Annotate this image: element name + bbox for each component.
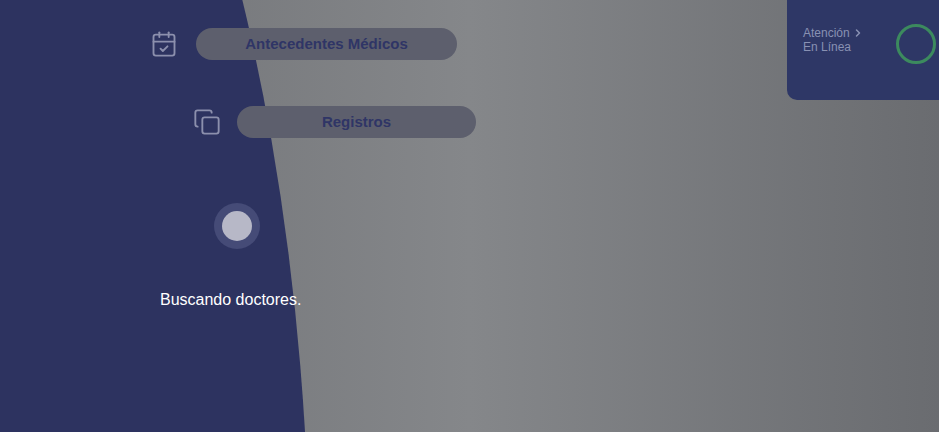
online-card-title: Atención xyxy=(803,26,850,40)
online-card-text: AtenciónEn Línea xyxy=(803,26,864,54)
copy-icon xyxy=(193,108,221,136)
status-ring-icon xyxy=(896,24,936,64)
calendar-icon xyxy=(150,30,178,58)
app-screen: Antecedentes Médicos Registros Buscando do… xyxy=(0,0,939,432)
menu-row: Registros xyxy=(0,106,939,138)
spinner xyxy=(214,203,260,249)
loading-text: Buscando doctores. xyxy=(0,290,939,310)
menu-button[interactable]: Antecedentes Médicos xyxy=(196,28,457,60)
online-card[interactable]: AtenciónEn Línea xyxy=(787,0,939,100)
chevron-right-icon xyxy=(852,27,864,39)
menu-button[interactable]: Registros xyxy=(237,106,476,138)
spinner-dot xyxy=(222,211,252,241)
online-card-subtitle: En Línea xyxy=(803,40,864,54)
